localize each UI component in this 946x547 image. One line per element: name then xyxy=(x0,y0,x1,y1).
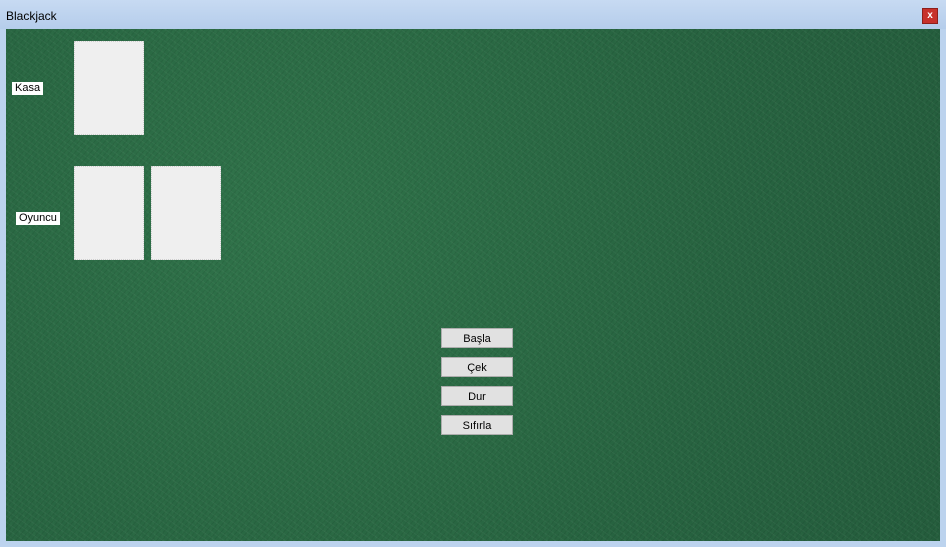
player-label: Oyuncu xyxy=(16,212,60,225)
game-table: Kasa Oyuncu Başla Çek Dur Sıfırla xyxy=(6,29,940,541)
stand-button[interactable]: Dur xyxy=(441,386,513,406)
start-button[interactable]: Başla xyxy=(441,328,513,348)
dealer-label: Kasa xyxy=(12,82,44,95)
title-bar[interactable]: Blackjack x xyxy=(0,0,946,29)
player-card-1 xyxy=(74,166,144,260)
close-button[interactable]: x xyxy=(922,8,938,24)
main-window: Blackjack x Kasa Oyuncu Başla Çek Dur Sı… xyxy=(0,0,946,547)
dealer-card-1 xyxy=(74,41,144,135)
window-title: Blackjack xyxy=(6,9,57,23)
hit-button[interactable]: Çek xyxy=(441,357,513,377)
reset-button[interactable]: Sıfırla xyxy=(441,415,513,435)
player-card-2 xyxy=(151,166,221,260)
